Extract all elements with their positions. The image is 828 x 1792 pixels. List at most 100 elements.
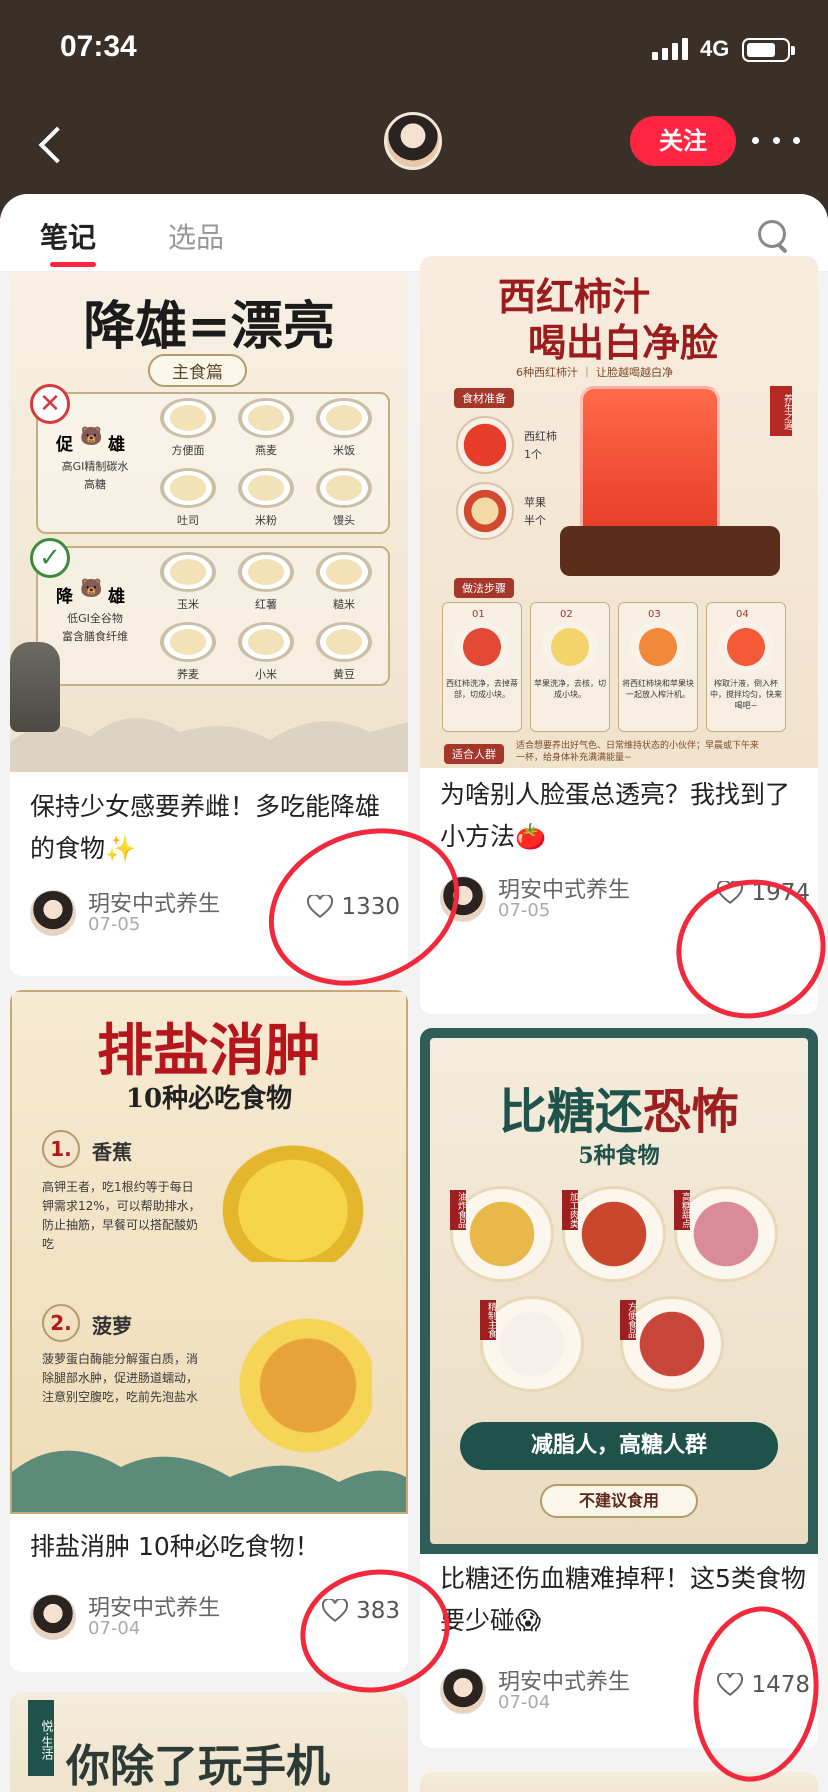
- cover-banner: 减脂人，高糖人群: [460, 1422, 778, 1470]
- mountains-decoration: [12, 1450, 406, 1512]
- status-bar: 07:34 4G: [0, 0, 828, 100]
- cover-ingredient: 苹果 半个: [524, 496, 546, 527]
- food-label: 红薯: [255, 598, 277, 611]
- more-icon[interactable]: [752, 122, 800, 158]
- cover-item-number: 2.: [42, 1304, 80, 1342]
- tab-underline: [50, 262, 96, 267]
- cover-title: 降雄=漂亮: [83, 296, 335, 357]
- food-image: [160, 398, 216, 438]
- cover-steps-label: 做法步骤: [454, 578, 514, 598]
- back-icon[interactable]: [30, 120, 80, 170]
- profile-header: 关注: [0, 100, 828, 196]
- cover-ingredient: 西红柿 1个: [524, 430, 557, 461]
- cover-title-part: 比糖还: [498, 1084, 643, 1140]
- cover-bad-desc: 高GI精制碳水 高糖: [61, 460, 129, 491]
- food-image: [160, 468, 216, 508]
- food-image: [238, 398, 294, 438]
- cover-bad-label-2: 雄: [108, 435, 125, 455]
- cover-title: 排盐消肿: [97, 1018, 321, 1084]
- author-avatar[interactable]: [30, 1594, 76, 1640]
- food-image: [316, 398, 372, 438]
- post-date: 07-05: [88, 914, 141, 935]
- cover-good-desc: 低GI全谷物 富含膳食纤维: [62, 612, 128, 643]
- follow-button[interactable]: 关注: [630, 116, 736, 166]
- tab-notes[interactable]: 笔记: [40, 216, 96, 256]
- food-label: 方便面: [171, 444, 205, 457]
- step-image: [630, 622, 686, 672]
- cover-subtitle: 6种西红柿汁 ｜ 让脸越喝越白净: [516, 366, 673, 379]
- banana-image: [208, 1132, 378, 1262]
- battery-icon: [742, 38, 795, 62]
- note-card[interactable]: 悦·生活 你除了玩手机: [10, 1692, 408, 1792]
- cover-item-desc: 菠萝蛋白酶能分解蛋白质，消除腿部水肿，促进肠道蠕动，注意别空腹吃，吃前先泡盐水: [42, 1352, 199, 1404]
- cover-subtitle: 5种食物: [578, 1143, 660, 1169]
- step-image: [542, 622, 598, 672]
- cover-title-2: 喝出白净脸: [528, 320, 719, 365]
- step-text: 西红柿洗净，去掉蒂部，切成小块。: [446, 679, 518, 699]
- food-image: [316, 468, 372, 508]
- food-label: 吐司: [177, 514, 199, 527]
- tray-image: [560, 526, 780, 576]
- note-cover[interactable]: 比糖还恐怖 5种食物 油炸食品 加工肉类 高糖甜点 精制主食 方便食品 减脂人，高糖人群…: [420, 1028, 818, 1554]
- food-tag: 高糖甜点: [674, 1190, 690, 1230]
- food-image: [160, 552, 216, 592]
- food-image: [316, 552, 372, 592]
- step-image: [718, 622, 774, 672]
- cover-banner-sub: 不建议食用: [540, 1484, 698, 1518]
- tomato-image: [456, 416, 514, 474]
- cover-title: 比糖还恐怖: [420, 1072, 818, 1142]
- cover-item-name: 菠萝: [92, 1314, 132, 1338]
- cover-subtitle: 主食篇: [148, 354, 247, 387]
- author-avatar[interactable]: [440, 1668, 486, 1714]
- food-label: 燕麦: [255, 444, 277, 457]
- cover-tag: 悦·生活: [28, 1700, 54, 1776]
- step-text: 将西红柿块和苹果块一起放入榨汁机。: [622, 679, 694, 699]
- bear-icon: 🐻: [80, 426, 103, 447]
- food-label: 糙米: [333, 598, 355, 611]
- apple-image: [456, 482, 514, 540]
- cross-icon: ✕: [30, 384, 70, 424]
- food-image: [238, 552, 294, 592]
- note-cover[interactable]: 排盐消肿 10种必吃食物 1. 香蕉 高钾王者，吃1根约等于每日钾需求12%，可…: [10, 990, 408, 1514]
- food-label: 馒头: [333, 514, 355, 527]
- post-date: 07-05: [498, 900, 551, 921]
- cover-item-number: 1.: [42, 1130, 80, 1168]
- cover-item-name: 香蕉: [92, 1140, 132, 1164]
- food-label: 玉米: [177, 598, 199, 611]
- cover-good-label: 降: [56, 587, 73, 607]
- cover-bad-label: 促: [56, 435, 73, 455]
- signal-icon: [652, 38, 688, 60]
- cover-good-label-2: 雄: [108, 587, 125, 607]
- food-tag: 加工肉类: [562, 1190, 578, 1230]
- food-image: [160, 622, 216, 662]
- note-card[interactable]: 排盐消肿 10种必吃食物 1. 香蕉 高钾王者，吃1根约等于每日钾需求12%，可…: [10, 990, 408, 1672]
- food-tag: 方便食品: [620, 1300, 636, 1340]
- network-label: 4G: [700, 36, 730, 61]
- food-label: 米饭: [333, 444, 355, 457]
- search-icon[interactable]: [758, 220, 790, 252]
- note-title[interactable]: 为啥别人脸蛋总透亮？我找到了小方法🍅: [440, 774, 800, 858]
- food-image: [316, 622, 372, 662]
- food-image: [238, 622, 294, 662]
- food-label: 米粉: [255, 514, 277, 527]
- mountains-decoration: [10, 718, 408, 772]
- check-icon: ✓: [30, 538, 70, 578]
- author-avatar[interactable]: [30, 890, 76, 936]
- food-tag: 精制主食: [480, 1300, 496, 1340]
- status-time: 07:34: [60, 30, 137, 63]
- post-date: 07-04: [88, 1618, 141, 1639]
- cover-subtitle: 10种必吃食物: [125, 1084, 293, 1114]
- note-cover[interactable]: 悦·生活 你除了玩手机: [10, 1692, 408, 1792]
- cover-ingredients-label: 食材准备: [454, 388, 514, 408]
- cover-title: 你除了玩手机: [66, 1741, 330, 1792]
- step-image: [454, 622, 510, 672]
- post-date: 07-04: [498, 1692, 551, 1713]
- step-text: 苹果洗净，去核，切成小块。: [534, 679, 606, 699]
- avatar[interactable]: [384, 112, 442, 170]
- note-cover[interactable]: 降雄=漂亮 主食篇 ✕ 促 🐻 雄 高GI精制碳水 高糖 ✓ 降 🐻 雄 低GI…: [10, 272, 408, 772]
- cover-title-part: 恐怖: [643, 1084, 740, 1140]
- note-cover[interactable]: 西红柿汁 喝出白净脸 6种西红柿汁 ｜ 让脸越喝越白净 养生之道 食材准备 西红…: [420, 256, 818, 768]
- cover-seal: 养生之道: [770, 386, 792, 436]
- tab-picks[interactable]: 选品: [168, 216, 224, 256]
- note-title[interactable]: 排盐消肿 10种必吃食物！: [30, 1526, 390, 1568]
